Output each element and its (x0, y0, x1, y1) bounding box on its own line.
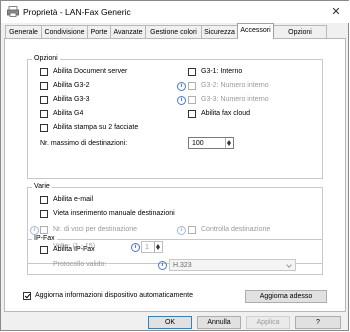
voice-info-icon[interactable]: i (30, 226, 39, 235)
varie-title: Varie (32, 183, 52, 190)
accessori-panel: Opzioni Abilita Document server Abilita … (4, 38, 346, 312)
g3-3-internal-checkbox[interactable] (188, 96, 196, 104)
tab-generale[interactable]: Generale (5, 25, 42, 38)
help-button[interactable]: ? (295, 316, 341, 329)
tab-opzioni-avanzate[interactable]: Opzioni avanzate (273, 25, 327, 49)
title-bar: Proprietà - LAN-Fax Generic ✕ (1, 1, 349, 23)
voice-label: Nr. di voci per destinazione (53, 226, 138, 233)
opzioni-group: Opzioni Abilita Document server Abilita … (27, 55, 323, 179)
properties-window: Proprietà - LAN-Fax Generic ✕ Generale C… (0, 0, 349, 331)
max-destinations-label: Nr. massimo di destinazioni: (40, 140, 128, 147)
update-now-button[interactable]: Aggiorna adesso (245, 290, 327, 303)
g4-label: Abilita G4 (53, 110, 84, 117)
document-server-label: Abilita Document server (53, 68, 128, 75)
block-manual-dest-label: Vieta inserimento manuale destinazioni (53, 210, 175, 217)
g3-1-checkbox[interactable] (188, 68, 196, 76)
close-icon: ✕ (331, 6, 341, 18)
g3-2-internal-label: G3-2: Numero interno (201, 82, 269, 89)
g3-3-label: Abilita G3-3 (53, 96, 90, 103)
protocol-select[interactable]: H.323 (169, 259, 296, 271)
g3-2-info-icon[interactable]: i (177, 82, 186, 91)
g3-2-internal-checkbox[interactable] (188, 82, 196, 90)
tab-gestione-colori[interactable]: Gestione colori (145, 25, 202, 38)
tab-porte[interactable]: Porte (87, 25, 111, 38)
g3-3-info-icon[interactable]: i (177, 96, 186, 105)
email-label: Abilita e-mail (53, 196, 94, 203)
voice-checkbox[interactable] (40, 226, 48, 234)
ipfax-group: IP-Fax Abilita IP-Fax Protocollo valido:… (27, 235, 323, 275)
g3-1-label: G3-1: Interno (201, 68, 243, 75)
fax-printer-icon (7, 6, 19, 17)
apply-button[interactable]: Applica (246, 316, 290, 329)
check-dest-label: Controlla destinazione (201, 226, 271, 233)
spin-down-icon[interactable] (227, 143, 231, 146)
duplex-checkbox[interactable] (40, 124, 48, 132)
cancel-button[interactable]: Annulla (197, 316, 241, 329)
ipfax-label: Abilita IP-Fax (53, 246, 95, 253)
cloud-fax-checkbox[interactable] (188, 110, 196, 118)
ipfax-checkbox[interactable] (40, 246, 48, 254)
max-destinations-spinner[interactable]: 100 (188, 137, 234, 149)
protocol-value: H.323 (173, 262, 192, 269)
duplex-label: Abilita stampa su 2 facciate (53, 124, 139, 131)
opzioni-title: Opzioni (32, 55, 60, 62)
g4-checkbox[interactable] (40, 110, 48, 118)
chevron-down-icon (286, 262, 292, 268)
window-title: Proprietà - LAN-Fax Generic (23, 7, 131, 17)
g3-2-label: Abilita G3-2 (53, 82, 90, 89)
ok-button[interactable]: OK (148, 316, 192, 329)
check-dest-checkbox[interactable] (188, 226, 196, 234)
cloud-fax-label: Abilita fax cloud (201, 110, 251, 117)
g3-2-checkbox[interactable] (40, 82, 48, 90)
g3-3-checkbox[interactable] (40, 96, 48, 104)
tab-condivisione[interactable]: Condivisione (41, 25, 88, 38)
protocol-info-icon[interactable]: i (158, 261, 167, 270)
tab-accessori[interactable]: Accessori (237, 23, 274, 39)
close-button[interactable]: ✕ (324, 3, 348, 21)
g3-3-internal-label: G3-3: Numero interno (201, 96, 269, 103)
email-checkbox[interactable] (40, 196, 48, 204)
auto-update-checkbox[interactable] (23, 292, 31, 300)
max-destinations-value: 100 (192, 140, 204, 147)
tab-sicurezza[interactable]: Sicurezza (201, 25, 238, 38)
ipfax-title: IP-Fax (32, 235, 57, 242)
block-manual-dest-checkbox[interactable] (40, 210, 48, 218)
protocol-label: Protocollo valido: (53, 261, 107, 268)
tab-avanzate[interactable]: Avanzate (110, 25, 146, 38)
auto-update-label: Aggiorna informazioni dispositivo automa… (35, 292, 193, 299)
check-dest-info-icon[interactable]: i (177, 226, 186, 235)
document-server-checkbox[interactable] (40, 68, 48, 76)
